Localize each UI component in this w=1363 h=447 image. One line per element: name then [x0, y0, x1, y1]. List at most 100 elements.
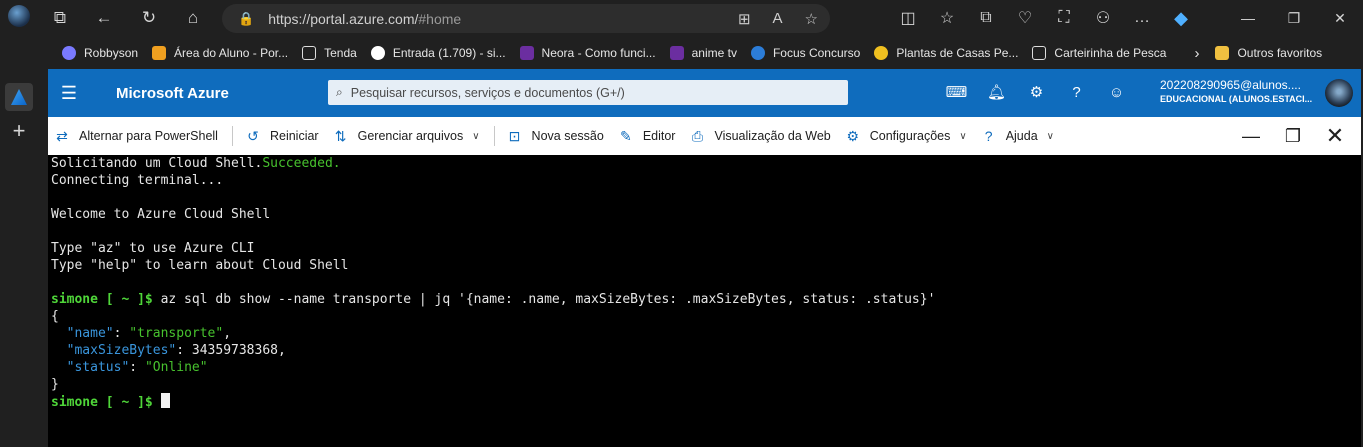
- maximize-icon[interactable]: ❐: [1281, 126, 1305, 147]
- screenshot-icon[interactable]: ⛶: [1050, 4, 1078, 32]
- chevron-down-icon: ∨: [959, 130, 967, 142]
- cursor: [160, 393, 170, 408]
- restore-icon[interactable]: ❐: [1271, 10, 1317, 27]
- close-icon[interactable]: ✕: [1323, 123, 1347, 149]
- url-text[interactable]: https://portal.azure.com/#home: [268, 11, 461, 27]
- terminal[interactable]: Solicitando um Cloud Shell.Succeeded. Co…: [48, 155, 1361, 447]
- bookmark-neora[interactable]: Neora - Como funci...: [519, 41, 656, 65]
- lock-icon: [152, 46, 167, 60]
- health-icon[interactable]: ♡: [1011, 4, 1039, 32]
- bookmark-robbyson[interactable]: Robbyson: [62, 41, 138, 65]
- browser-title-bar: ⧉ ← ↻ ⌂ 🔒 https://portal.azure.com/#home…: [0, 0, 1363, 37]
- azure-title[interactable]: Microsoft Azure: [116, 85, 229, 102]
- bookmark-plantas[interactable]: Plantas de Casas Pe...: [874, 41, 1018, 65]
- more-bookmarks-chevron-icon[interactable]: ›: [1194, 41, 1199, 65]
- terminal-line: Welcome to Azure Cloud Shell: [51, 207, 271, 222]
- help-icon: ?: [984, 128, 993, 144]
- file-transfer-icon: ⇅: [334, 127, 347, 144]
- lock-icon: 🔒: [238, 10, 255, 26]
- avatar[interactable]: [1325, 79, 1353, 107]
- switch-powershell-button[interactable]: ⇄ Alternar para PowerShell: [54, 128, 218, 145]
- terminal-line: }: [51, 377, 59, 392]
- split-screen-icon[interactable]: ◫: [894, 4, 922, 32]
- account-info[interactable]: 202208290965@alunos.... EDUCACIONAL (ALU…: [1160, 78, 1312, 104]
- read-aloud-icon[interactable]: A: [773, 10, 783, 28]
- cloud-shell-toolbar: ⇄ Alternar para PowerShell ↺ Reiniciar ⇅ Ge…: [48, 117, 1361, 155]
- refresh-icon[interactable]: ↻: [135, 4, 163, 32]
- menu-icon[interactable]: ☰: [48, 83, 90, 104]
- house-icon: [874, 46, 889, 60]
- web-preview-icon: ⎙: [691, 127, 704, 144]
- document-icon: [1032, 46, 1047, 60]
- browser-sidebar: +: [0, 69, 38, 447]
- terminal-command-line: simone [ ~ ]$ az sql db show --name tran…: [51, 292, 936, 307]
- focus-icon: [750, 46, 765, 60]
- terminal-line: {: [51, 309, 59, 324]
- document-icon: [302, 46, 317, 60]
- json-line: "status": "Online": [66, 360, 208, 375]
- search-input[interactable]: ⌕ Pesquisar recursos, serviços e documen…: [328, 80, 848, 105]
- terminal-line: Solicitando um Cloud Shell.Succeeded.: [51, 156, 341, 171]
- minimize-icon[interactable]: —: [1239, 126, 1263, 147]
- neora-icon: [519, 46, 534, 60]
- divider: [493, 126, 495, 146]
- back-icon[interactable]: ←: [90, 4, 118, 32]
- user-email: 202208290965@alunos....: [1160, 78, 1301, 92]
- divider: [231, 126, 233, 146]
- azure-header: ☰ Microsoft Azure ⌕ Pesquisar recursos, …: [48, 69, 1361, 117]
- restart-icon: ↺: [247, 127, 259, 144]
- terminal-line: Type "help" to learn about Cloud Shell: [51, 258, 349, 273]
- switch-icon: ⇄: [56, 127, 68, 144]
- apps-icon[interactable]: ⊞: [738, 10, 751, 28]
- bookmark-outros-favoritos[interactable]: Outros favoritos: [1215, 41, 1322, 65]
- new-session-button[interactable]: ⊡ Nova sessão: [507, 128, 604, 145]
- collections-icon[interactable]: ⧉: [972, 4, 1000, 32]
- manage-files-button[interactable]: ⇅ Gerenciar arquivos ∨: [333, 128, 480, 145]
- json-line: "maxSizeBytes": 34359738368,: [66, 343, 286, 358]
- azure-tab-icon[interactable]: [5, 83, 33, 111]
- bookmark-anime-tv[interactable]: anime tv: [669, 41, 737, 65]
- home-icon[interactable]: ⌂: [179, 4, 207, 32]
- workspaces-icon[interactable]: ⧉: [46, 4, 74, 32]
- cloud-shell-icon[interactable]: ⌨: [946, 81, 968, 103]
- terminal-prompt-line: simone [ ~ ]$: [51, 393, 1361, 410]
- new-session-icon: ⊡: [508, 127, 521, 144]
- bookmark-focus-concurso[interactable]: Focus Concurso: [750, 41, 860, 65]
- chevron-down-icon: ∨: [472, 130, 480, 142]
- profile-avatar[interactable]: [8, 5, 30, 27]
- terminal-line: Type "az" to use Azure CLI: [51, 241, 255, 256]
- help-button[interactable]: ? Ajuda ∨: [981, 128, 1054, 144]
- more-icon[interactable]: …: [1128, 4, 1156, 32]
- copilot-icon[interactable]: ◆: [1167, 4, 1195, 32]
- address-bar[interactable]: 🔒 https://portal.azure.com/#home ⊞ A ☆: [222, 4, 830, 33]
- settings-button[interactable]: ⚙ Configurações ∨: [845, 128, 967, 145]
- help-icon[interactable]: ?: [1066, 81, 1087, 103]
- editor-button[interactable]: ✎ Editor: [618, 128, 676, 145]
- close-icon[interactable]: ✕: [1317, 10, 1363, 27]
- tab-actions-icon[interactable]: [5, 49, 33, 77]
- favorites-icon[interactable]: ☆: [933, 4, 961, 32]
- search-placeholder: Pesquisar recursos, serviços e documento…: [350, 85, 625, 100]
- minimize-icon[interactable]: —: [1225, 10, 1271, 26]
- terminal-line: Connecting terminal...: [51, 173, 224, 188]
- feedback-icon[interactable]: ☺: [1106, 81, 1127, 103]
- new-tab-icon[interactable]: +: [5, 117, 33, 145]
- bookmark-tenda[interactable]: Tenda: [302, 41, 357, 65]
- notifications-bell-icon[interactable]: 🔔︎: [986, 81, 1007, 103]
- tv-icon: [669, 46, 684, 60]
- web-preview-button[interactable]: ⎙ Visualização da Web: [689, 127, 831, 145]
- google-icon: [370, 46, 385, 60]
- extensions-icon[interactable]: ⚇: [1089, 4, 1117, 32]
- folder-icon: [1215, 46, 1230, 60]
- bookmark-entrada[interactable]: Entrada (1.709) - si...: [370, 41, 506, 65]
- restart-button[interactable]: ↺ Reiniciar: [245, 128, 319, 145]
- favorite-star-icon[interactable]: ☆: [805, 10, 818, 28]
- settings-gear-icon[interactable]: ⚙: [1026, 81, 1047, 103]
- user-directory: EDUCACIONAL (ALUNOS.ESTACI...: [1160, 94, 1313, 104]
- bookmark-carteirinha[interactable]: Carteirinha de Pesca: [1032, 41, 1166, 65]
- circle-icon: [62, 46, 76, 60]
- bookmark-area-aluno[interactable]: Área do Aluno - Por...: [152, 41, 288, 65]
